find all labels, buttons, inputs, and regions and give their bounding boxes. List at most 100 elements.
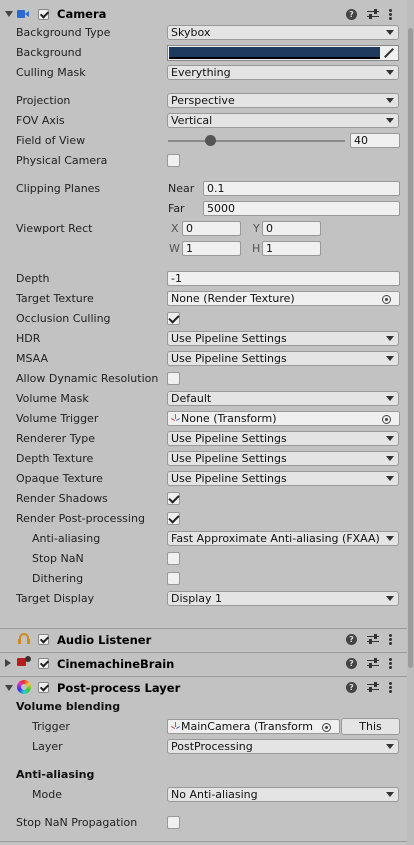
chevron-down-icon	[386, 70, 394, 75]
viewport-h-input[interactable]: 1	[262, 241, 321, 256]
far-clip-input[interactable]: 5000	[203, 201, 400, 216]
opaque-texture-dropdown[interactable]: Use Pipeline Settings	[167, 471, 399, 486]
color-swatch	[169, 47, 380, 57]
audio-listener-header[interactable]: Audio Listener ?	[0, 629, 407, 652]
scrollbar-track[interactable]	[407, 0, 414, 845]
fov-slider-track[interactable]	[168, 140, 345, 142]
audio-listener-enabled-checkbox[interactable]	[38, 634, 49, 645]
post-process-layer-enabled-checkbox[interactable]	[38, 682, 49, 693]
object-picker-icon[interactable]	[382, 295, 391, 304]
renderer-type-label: Renderer Type	[16, 432, 95, 445]
near-clip-input[interactable]: 0.1	[203, 181, 400, 196]
allow-dynamic-resolution-checkbox[interactable]	[167, 372, 180, 385]
volume-trigger-field[interactable]: None (Transform)	[167, 411, 400, 426]
post-process-layer-header[interactable]: Post-process Layer ?	[0, 677, 407, 700]
depth-texture-label: Depth Texture	[16, 452, 94, 465]
help-icon[interactable]: ?	[346, 9, 357, 20]
volume-blending-heading: Volume blending	[16, 700, 121, 713]
this-button[interactable]: This	[341, 718, 400, 735]
fov-slider-thumb[interactable]	[204, 135, 216, 146]
viewport-x-input[interactable]: 0	[182, 221, 241, 236]
collapse-arrow-icon[interactable]	[5, 11, 13, 17]
culling-mask-dropdown[interactable]: Everything	[167, 65, 399, 80]
chevron-down-icon	[386, 744, 394, 749]
render-shadows-checkbox[interactable]	[167, 492, 180, 505]
help-icon[interactable]: ?	[346, 634, 357, 645]
cinemachine-brain-enabled-checkbox[interactable]	[38, 658, 49, 669]
mode-label: Mode	[32, 788, 62, 801]
depth-texture-dropdown[interactable]: Use Pipeline Settings	[167, 451, 399, 466]
scrollbar-thumb[interactable]	[408, 28, 413, 668]
more-menu-icon[interactable]	[389, 634, 392, 645]
anti-aliasing-dropdown[interactable]: Fast Approximate Anti-aliasing (FXAA)	[167, 531, 399, 546]
more-menu-icon[interactable]	[389, 658, 392, 669]
viewport-rect-label: Viewport Rect	[16, 222, 93, 235]
stop-nan-checkbox[interactable]	[167, 552, 180, 565]
presets-icon[interactable]	[367, 9, 379, 19]
render-post-processing-label: Render Post-processing	[16, 512, 145, 525]
background-color-field[interactable]	[167, 45, 399, 61]
background-type-dropdown[interactable]: Skybox	[167, 25, 399, 40]
mode-dropdown[interactable]: No Anti-aliasing	[167, 787, 399, 802]
renderer-type-dropdown[interactable]: Use Pipeline Settings	[167, 431, 399, 446]
viewport-h-label: H	[252, 242, 261, 255]
target-display-label: Target Display	[16, 592, 95, 605]
help-icon[interactable]: ?	[346, 658, 357, 669]
chevron-down-icon	[386, 436, 394, 441]
projection-dropdown[interactable]: Perspective	[167, 93, 399, 108]
camera-icon	[17, 9, 29, 19]
chevron-down-icon	[386, 456, 394, 461]
chevron-down-icon	[386, 596, 394, 601]
viewport-y-input[interactable]: 0	[262, 221, 321, 236]
occlusion-culling-checkbox[interactable]	[167, 312, 180, 325]
volume-mask-dropdown[interactable]: Default	[167, 391, 399, 406]
cinemachine-icon	[17, 656, 31, 668]
more-menu-icon[interactable]	[389, 9, 392, 20]
msaa-dropdown[interactable]: Use Pipeline Settings	[167, 351, 399, 366]
anti-aliasing-label: Anti-aliasing	[32, 532, 101, 545]
allow-dynamic-resolution-label: Allow Dynamic Resolution	[16, 372, 159, 385]
render-post-processing-checkbox[interactable]	[167, 512, 180, 525]
layer-dropdown[interactable]: PostProcessing	[167, 739, 399, 754]
expand-arrow-icon[interactable]	[5, 659, 11, 667]
chevron-down-icon	[386, 30, 394, 35]
dithering-label: Dithering	[32, 572, 84, 585]
target-texture-field[interactable]: None (Render Texture)	[167, 291, 400, 306]
alpha-bar	[169, 57, 380, 59]
chevron-down-icon	[386, 356, 394, 361]
chevron-down-icon	[386, 118, 394, 123]
near-label: Near	[168, 182, 195, 195]
stop-nan-propagation-checkbox[interactable]	[167, 816, 180, 829]
more-menu-icon[interactable]	[389, 682, 392, 693]
fov-axis-dropdown[interactable]: Vertical	[167, 113, 399, 128]
trigger-field[interactable]: MainCamera (Transform	[167, 719, 340, 734]
help-icon[interactable]: ?	[346, 682, 357, 693]
dithering-checkbox[interactable]	[167, 572, 180, 585]
camera-enabled-checkbox[interactable]	[38, 9, 49, 20]
presets-icon[interactable]	[367, 658, 379, 668]
collapse-arrow-icon[interactable]	[5, 685, 13, 691]
presets-icon[interactable]	[367, 634, 379, 644]
physical-camera-checkbox[interactable]	[167, 154, 180, 167]
post-process-layer-title: Post-process Layer	[57, 681, 181, 695]
hdr-dropdown[interactable]: Use Pipeline Settings	[167, 331, 399, 346]
field-of-view-input[interactable]: 40	[350, 133, 400, 148]
transform-icon	[171, 722, 180, 731]
viewport-w-input[interactable]: 1	[182, 241, 241, 256]
target-display-dropdown[interactable]: Display 1	[167, 591, 399, 606]
chevron-down-icon	[386, 98, 394, 103]
culling-mask-label: Culling Mask	[16, 66, 86, 79]
cinemachine-brain-title: CinemachineBrain	[57, 657, 175, 671]
presets-icon[interactable]	[367, 682, 379, 692]
headphones-icon	[18, 633, 30, 644]
depth-input[interactable]: -1	[167, 271, 400, 286]
cinemachine-brain-header[interactable]: CinemachineBrain ?	[0, 653, 407, 676]
viewport-y-label: Y	[253, 222, 260, 235]
background-label: Background	[16, 46, 82, 59]
object-picker-icon[interactable]	[382, 415, 391, 424]
object-picker-icon[interactable]	[322, 723, 331, 732]
field-of-view-label: Field of View	[16, 134, 86, 147]
camera-header[interactable]: Camera ?	[0, 3, 407, 26]
eyedropper-icon[interactable]	[384, 48, 394, 58]
stop-nan-label: Stop NaN	[32, 552, 84, 565]
